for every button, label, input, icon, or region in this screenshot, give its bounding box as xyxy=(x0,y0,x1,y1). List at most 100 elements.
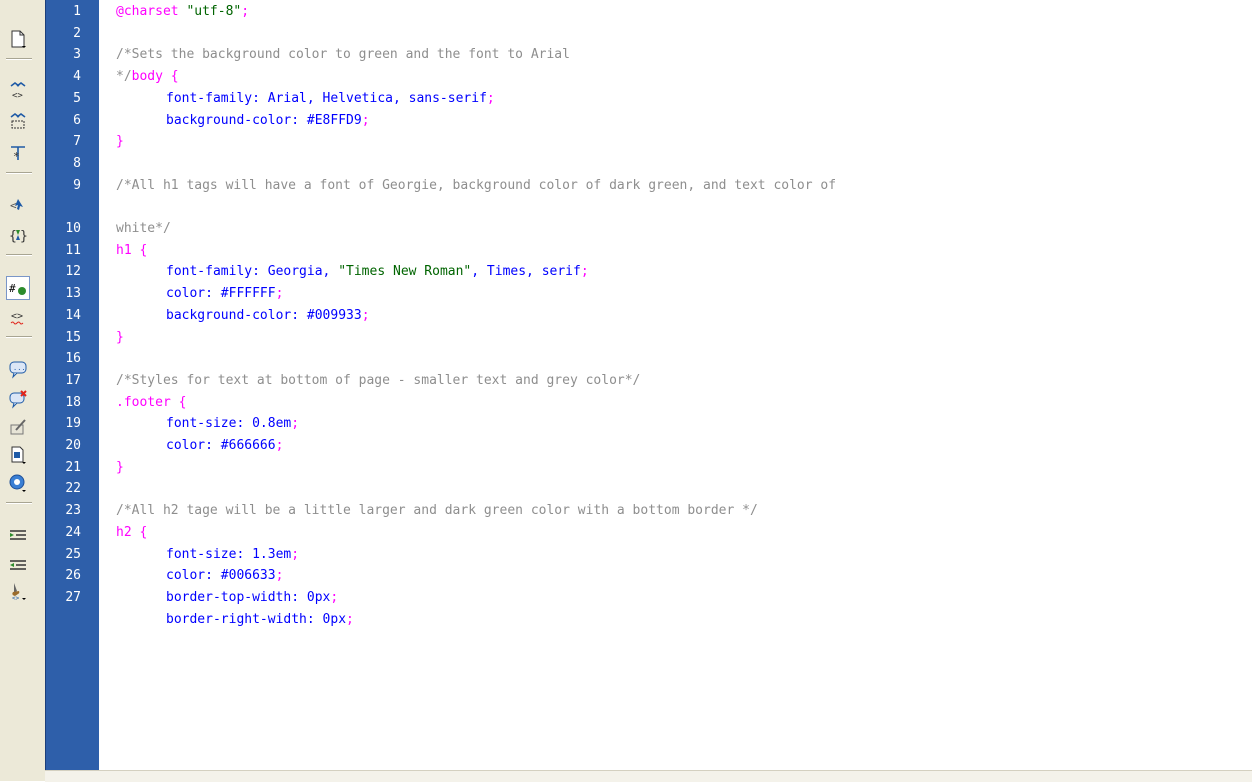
code-token: ; xyxy=(291,416,300,432)
svg-text:...: ... xyxy=(13,364,26,372)
code-token: : xyxy=(205,438,221,453)
recent-snippets-icon[interactable] xyxy=(7,444,29,466)
code-line: h1 { xyxy=(116,243,147,259)
line-number: 19 xyxy=(65,416,81,432)
code-token: #666666 xyxy=(220,438,276,453)
code-token: font-size xyxy=(166,416,237,432)
code-token: { xyxy=(131,242,148,258)
code-line: } xyxy=(116,134,124,150)
code-line: .footer { xyxy=(116,395,186,411)
svg-text:*: * xyxy=(13,150,20,163)
code-token: #006633 xyxy=(220,568,276,584)
svg-text:{: { xyxy=(9,229,17,244)
line-number: 13 xyxy=(65,286,81,302)
line-number: 23 xyxy=(65,503,81,519)
code-token: 0px xyxy=(322,611,347,627)
svg-text:<>: <> xyxy=(12,595,20,601)
line-number: 15 xyxy=(65,329,81,345)
code-token: : xyxy=(205,286,221,302)
highlight-invalid-code-icon[interactable]: <> xyxy=(7,306,29,328)
code-token: { xyxy=(162,69,179,85)
code-token: #E8FFD9 xyxy=(306,112,362,128)
code-token: /*All h1 tags will have a font of Georgi… xyxy=(116,177,837,193)
code-token: ; xyxy=(241,4,250,19)
code-token: ; xyxy=(361,307,370,323)
line-number: 14 xyxy=(65,307,81,323)
balance-braces-icon[interactable]: {} xyxy=(7,224,29,246)
code-token: : xyxy=(236,416,253,432)
code-token: ; xyxy=(275,286,284,302)
line-number: 6 xyxy=(73,112,81,128)
code-token: background-color xyxy=(166,112,292,128)
code-token: { xyxy=(131,524,148,540)
expand-all-icon[interactable]: * xyxy=(7,142,29,164)
outdent-code-icon[interactable] xyxy=(7,554,29,576)
editor-status-bar xyxy=(45,770,1252,782)
code-token: Georgia, xyxy=(267,264,339,280)
file-management-icon[interactable] xyxy=(7,28,29,50)
code-token: ; xyxy=(275,438,284,453)
svg-text:<>: <> xyxy=(11,311,23,322)
line-number: 8 xyxy=(73,155,81,171)
code-line: /*All h1 tags will have a font of Georgi… xyxy=(116,178,836,194)
code-token: background-color xyxy=(166,307,292,323)
code-token: Arial, Helvetica, sans-serif xyxy=(267,90,487,106)
code-line: background-color: #E8FFD9; xyxy=(166,113,370,129)
code-token: ; xyxy=(346,611,354,627)
line-number-gutter: 1 2 3 4 5 6 7 8 9 10 11 12 13 14 15 16 17 18 19 20 21 22 23 24 2… xyxy=(45,0,99,770)
code-token: ; xyxy=(291,546,300,562)
remove-comment-icon[interactable] xyxy=(7,388,29,410)
move-css-icon[interactable] xyxy=(7,472,29,494)
code-line: color: #666666; xyxy=(166,438,283,454)
collapse-selection-icon[interactable] xyxy=(7,110,29,132)
line-number: 2 xyxy=(73,25,81,41)
line-number: 24 xyxy=(65,524,81,540)
indent-code-icon[interactable] xyxy=(7,524,29,546)
line-number: 20 xyxy=(65,438,81,453)
code-line: } xyxy=(116,460,124,476)
code-token: : xyxy=(236,546,253,562)
code-token: color xyxy=(166,286,206,302)
code-token: : xyxy=(291,307,307,323)
line-number: 22 xyxy=(65,481,81,497)
code-line: font-family: Georgia, "Times New Roman",… xyxy=(166,264,589,280)
code-token: ; xyxy=(275,568,284,584)
code-token: } xyxy=(116,329,124,345)
code-token: @charset xyxy=(116,4,187,19)
code-line: font-size: 0.8em; xyxy=(166,416,299,432)
code-line: white*/ xyxy=(116,221,171,237)
code-token: } xyxy=(116,459,124,475)
select-parent-tag-icon[interactable]: < xyxy=(7,194,29,216)
code-token: font-family xyxy=(166,264,253,280)
format-source-code-icon[interactable]: <> xyxy=(7,580,29,602)
code-token: #009933 xyxy=(306,307,362,323)
code-token: 0.8em xyxy=(252,416,292,432)
code-token: white*/ xyxy=(116,221,171,236)
line-number: 17 xyxy=(65,372,81,388)
line-number: 4 xyxy=(73,69,81,85)
code-token: : xyxy=(291,112,307,128)
code-line: font-family: Arial, Helvetica, sans-seri… xyxy=(166,91,495,107)
code-line: font-size: 1.3em; xyxy=(166,547,299,563)
code-token: /*All h2 tage will be a little larger an… xyxy=(116,503,758,519)
line-numbers-icon[interactable]: # xyxy=(6,276,30,300)
code-line: @charset "utf-8"; xyxy=(116,4,249,20)
apply-comment-icon[interactable]: ... xyxy=(7,358,29,380)
line-number: 21 xyxy=(65,459,81,475)
code-token: 0px xyxy=(306,589,331,605)
line-number: 25 xyxy=(65,546,81,562)
collapse-full-tag-icon[interactable]: <> xyxy=(7,80,29,102)
code-token: /*Sets the background color to green and… xyxy=(116,47,570,63)
line-number: 1 xyxy=(73,4,81,19)
code-token: , Times, serif xyxy=(471,264,581,280)
code-editor[interactable]: @charset "utf-8"; /*Sets the background c… xyxy=(116,0,1252,770)
code-token: "utf-8" xyxy=(186,4,242,19)
wrap-tag-icon[interactable] xyxy=(7,416,29,438)
line-number: 27 xyxy=(65,589,81,605)
line-number: 11 xyxy=(65,242,81,258)
code-token: ; xyxy=(580,264,589,280)
code-token: /*Styles for text at bottom of page - sm… xyxy=(116,372,641,388)
line-number: 5 xyxy=(73,90,81,106)
code-token: color xyxy=(166,438,206,453)
code-token: color xyxy=(166,568,206,584)
